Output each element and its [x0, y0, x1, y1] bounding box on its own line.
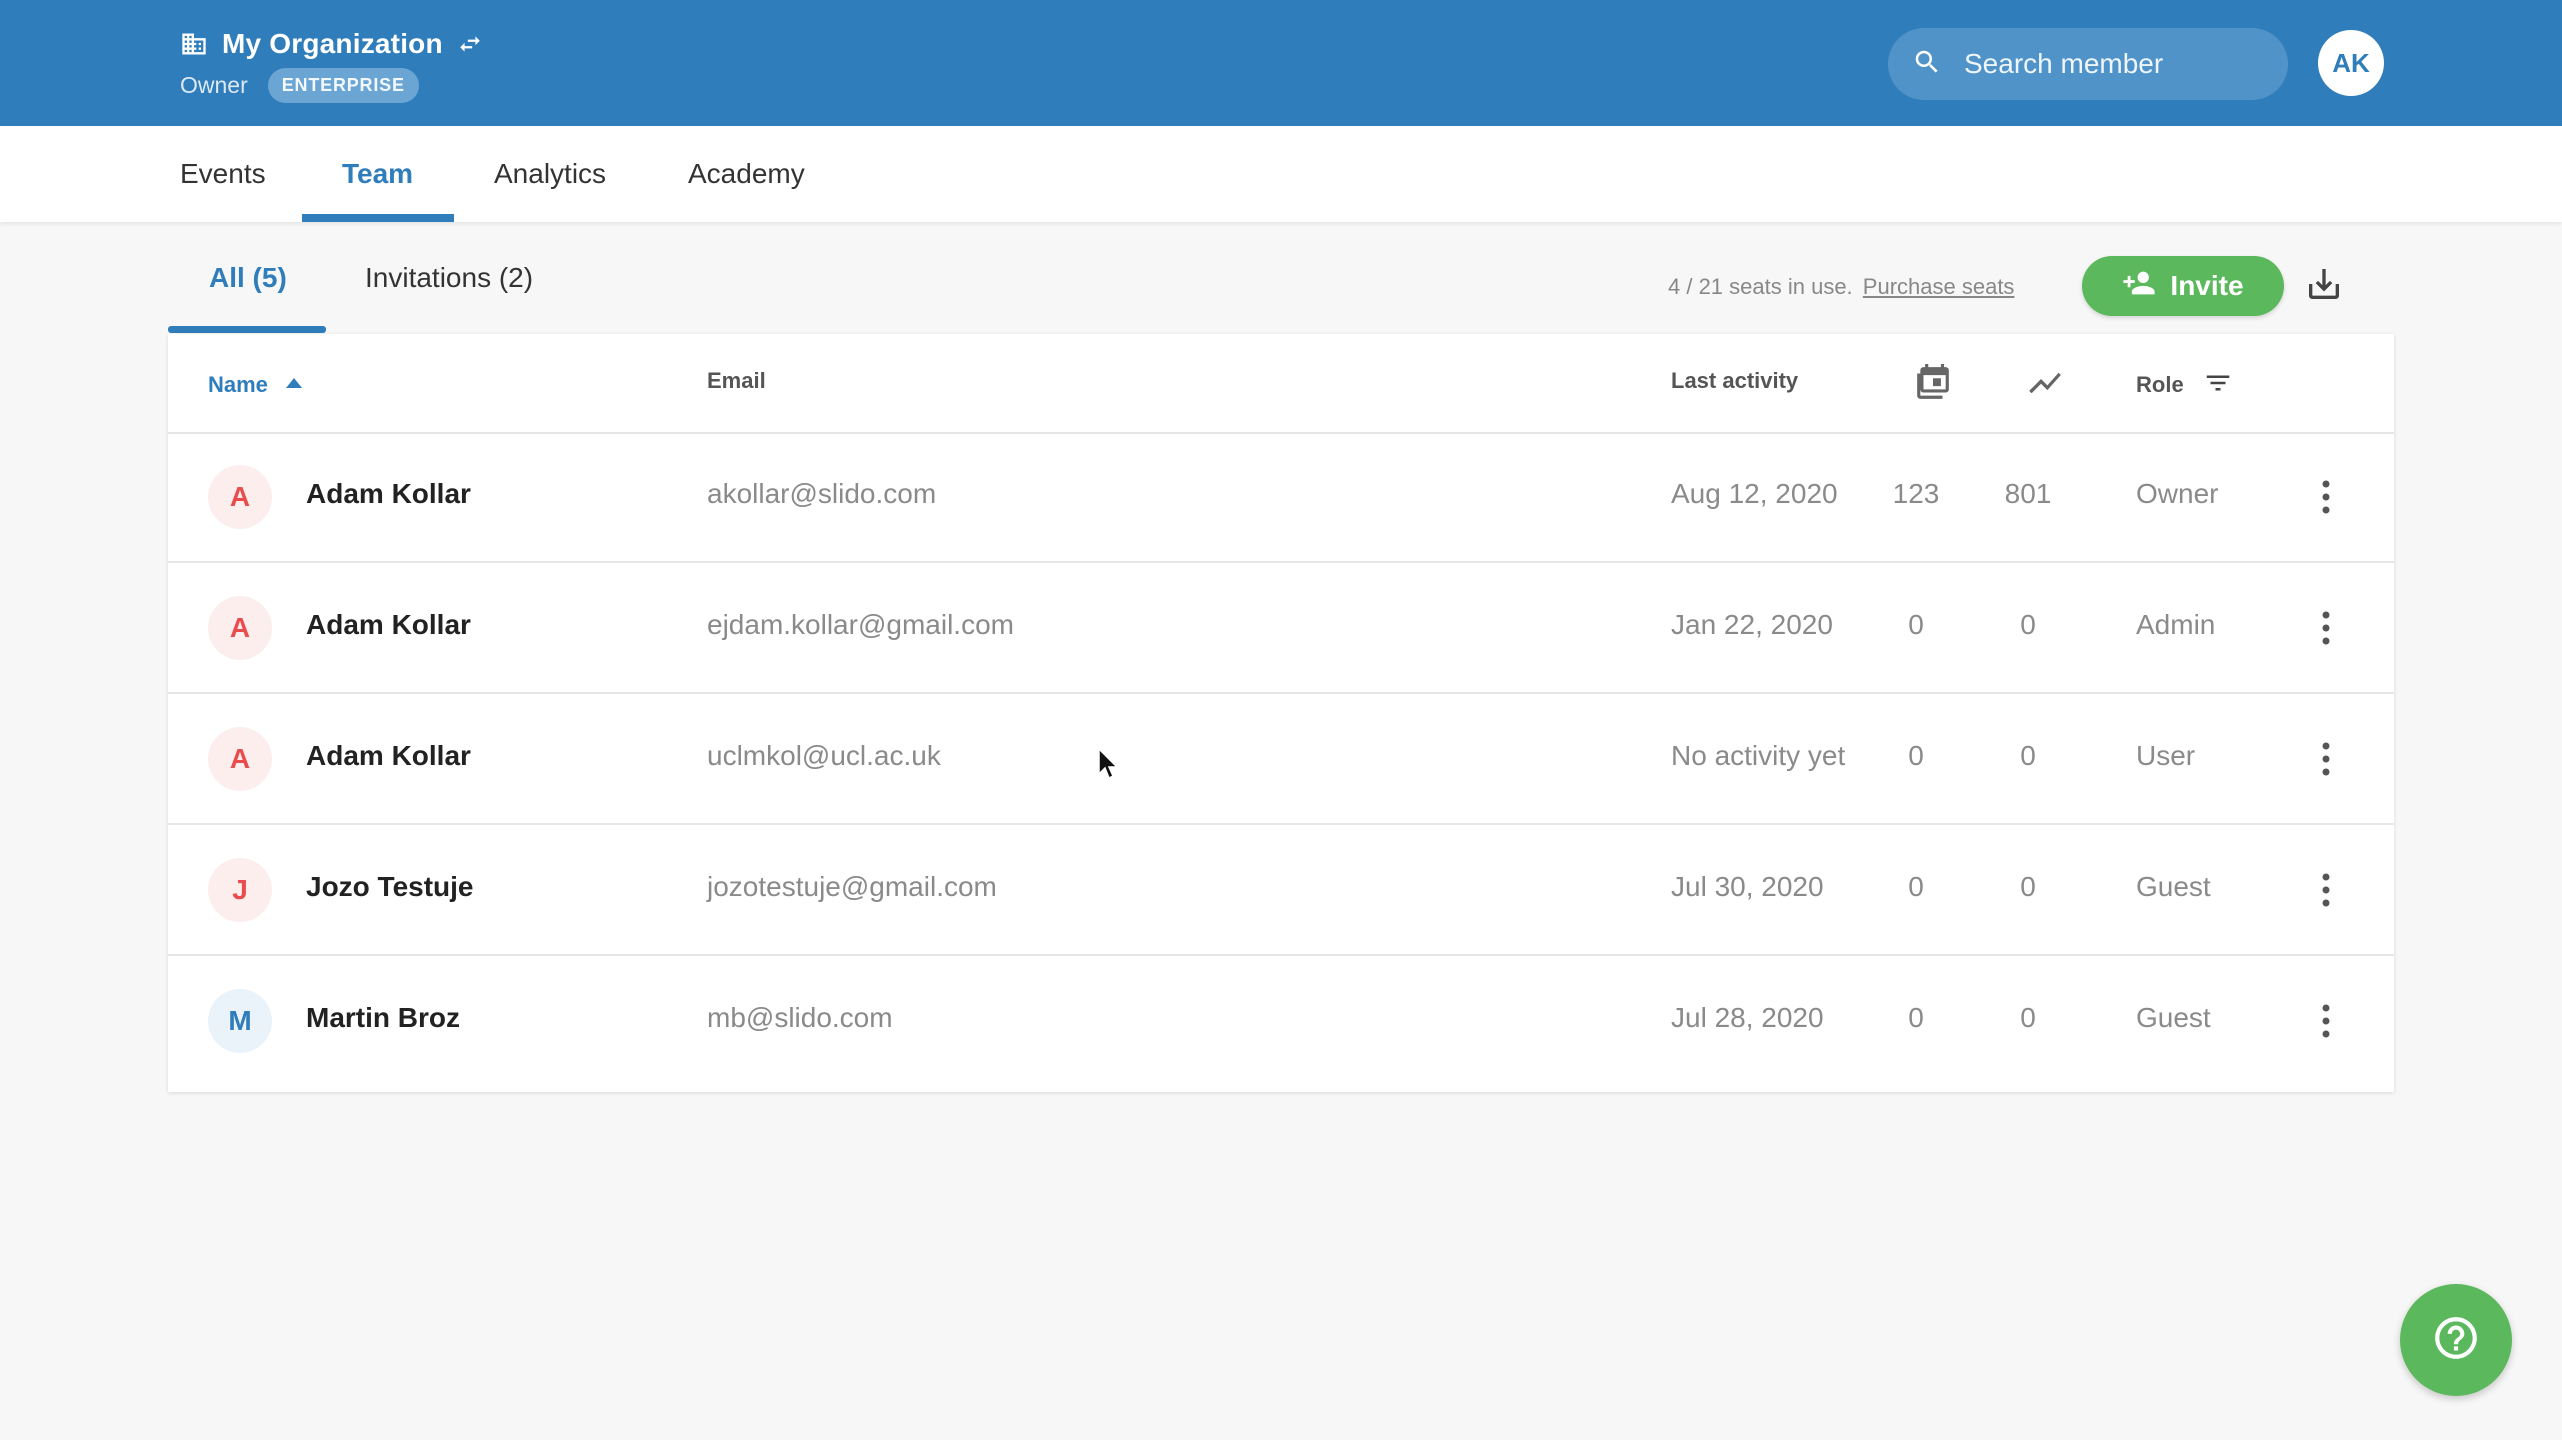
search-member-input[interactable]: Search member [1888, 28, 2288, 100]
member-role: Owner [2136, 478, 2219, 509]
filter-icon[interactable] [2202, 368, 2234, 404]
column-email: Email [707, 368, 766, 393]
invite-label: Invite [2170, 270, 2244, 301]
member-name: Adam Kollar [306, 609, 471, 640]
member-last-activity: Aug 12, 2020 [1671, 478, 1838, 509]
member-last-activity: Jan 22, 2020 [1671, 609, 1833, 640]
top-bar: My Organization Owner ENTERPRISE Search … [0, 0, 2562, 126]
member-name: Jozo Testuje [306, 871, 474, 902]
member-analytics-count: 0 [2020, 871, 2036, 902]
table-row[interactable]: A Adam Kollar ejdam.kollar@gmail.com Jan 22… [168, 563, 2394, 694]
member-analytics-count: 0 [2020, 1002, 2036, 1033]
active-tab-indicator [302, 214, 454, 222]
plan-badge: ENTERPRISE [267, 68, 419, 103]
search-icon [1912, 47, 1942, 82]
member-email: uclmkol@ucl.ac.uk [707, 740, 941, 771]
swap-icon[interactable] [457, 31, 483, 57]
member-last-activity: Jul 30, 2020 [1671, 871, 1824, 902]
tab-analytics[interactable]: Analytics [494, 126, 606, 222]
member-role: Admin [2136, 609, 2216, 640]
member-role: Guest [2136, 1002, 2211, 1033]
member-analytics-count: 801 [2004, 478, 2052, 509]
org-meta: Owner ENTERPRISE [180, 68, 419, 103]
table-row[interactable]: A Adam Kollar uclmkol@ucl.ac.uk No activity… [168, 694, 2394, 825]
member-avatar: M [208, 989, 272, 1053]
member-name: Adam Kollar [306, 478, 471, 509]
more-vertical-icon[interactable] [2318, 607, 2334, 654]
member-name: Martin Broz [306, 1002, 460, 1033]
member-name: Adam Kollar [306, 740, 471, 771]
trend-icon[interactable] [2026, 364, 2064, 407]
seats-text: 4 / 21 seats in use. [1668, 274, 1853, 299]
more-vertical-icon[interactable] [2318, 869, 2334, 916]
member-avatar: A [208, 465, 272, 529]
seats-info: 4 / 21 seats in use. Purchase seats [1668, 274, 2014, 300]
more-vertical-icon[interactable] [2318, 476, 2334, 523]
role-label: Owner [180, 72, 248, 98]
member-events-count: 0 [1908, 1002, 1924, 1033]
table-row[interactable]: M Martin Broz mb@slido.com Jul 28, 2020 0 0 Gu… [168, 956, 2394, 1087]
column-role-label: Role [2136, 372, 2184, 397]
members-table: Name Email Last activity Role A Adam Koll… [168, 334, 2394, 1092]
purchase-seats-link[interactable]: Purchase seats [1863, 274, 2015, 299]
member-last-activity: No activity yet [1671, 740, 1846, 771]
tab-academy[interactable]: Academy [688, 126, 805, 222]
download-icon[interactable] [2304, 264, 2344, 309]
add-person-icon [2122, 266, 2156, 307]
sort-asc-icon [286, 368, 303, 394]
column-last-activity[interactable]: Last activity [1671, 368, 1798, 394]
building-icon [180, 30, 208, 58]
member-events-count: 0 [1908, 609, 1924, 640]
member-analytics-count: 0 [2020, 740, 2036, 771]
member-avatar: A [208, 596, 272, 660]
table-row[interactable]: J Jozo Testuje jozotestuje@gmail.com Jul 30… [168, 825, 2394, 956]
more-vertical-icon[interactable] [2318, 1000, 2334, 1047]
member-avatar: J [208, 858, 272, 922]
member-events-count: 0 [1908, 871, 1924, 902]
member-email: mb@slido.com [707, 1002, 893, 1033]
tab-team[interactable]: Team [342, 126, 413, 222]
org-name[interactable]: My Organization [222, 28, 443, 60]
member-role: Guest [2136, 871, 2211, 902]
help-button[interactable] [2400, 1284, 2512, 1396]
calendar-icon[interactable] [1914, 364, 1952, 407]
member-role: User [2136, 740, 2196, 771]
tab-events[interactable]: Events [180, 126, 266, 222]
member-events-count: 123 [1892, 478, 1940, 509]
invite-button[interactable]: Invite [2082, 256, 2284, 316]
member-last-activity: Jul 28, 2020 [1671, 1002, 1824, 1033]
table-row[interactable]: A Adam Kollar akollar@slido.com Aug 12, 202… [168, 432, 2394, 563]
subtab-all[interactable]: All (5) [209, 262, 287, 294]
table-header: Name Email Last activity Role [168, 334, 2394, 434]
active-subtab-indicator [168, 326, 326, 333]
search-placeholder: Search member [1964, 48, 2164, 79]
member-email: akollar@slido.com [707, 478, 937, 509]
member-events-count: 0 [1908, 740, 1924, 771]
help-icon [2431, 1313, 2481, 1368]
main-nav: Events Team Analytics Academy [0, 126, 2562, 222]
more-vertical-icon[interactable] [2318, 738, 2334, 785]
user-avatar[interactable]: AK [2318, 30, 2384, 96]
org-switcher[interactable]: My Organization [180, 28, 483, 60]
member-email: jozotestuje@gmail.com [707, 871, 997, 902]
member-analytics-count: 0 [2020, 609, 2036, 640]
member-avatar: A [208, 727, 272, 791]
column-role[interactable]: Role [2136, 368, 2234, 404]
subtab-invitations[interactable]: Invitations (2) [365, 262, 533, 294]
mouse-cursor-icon [1098, 747, 1120, 785]
column-name-label: Name [208, 372, 268, 397]
column-name[interactable]: Name [208, 368, 303, 398]
member-email: ejdam.kollar@gmail.com [707, 609, 1014, 640]
